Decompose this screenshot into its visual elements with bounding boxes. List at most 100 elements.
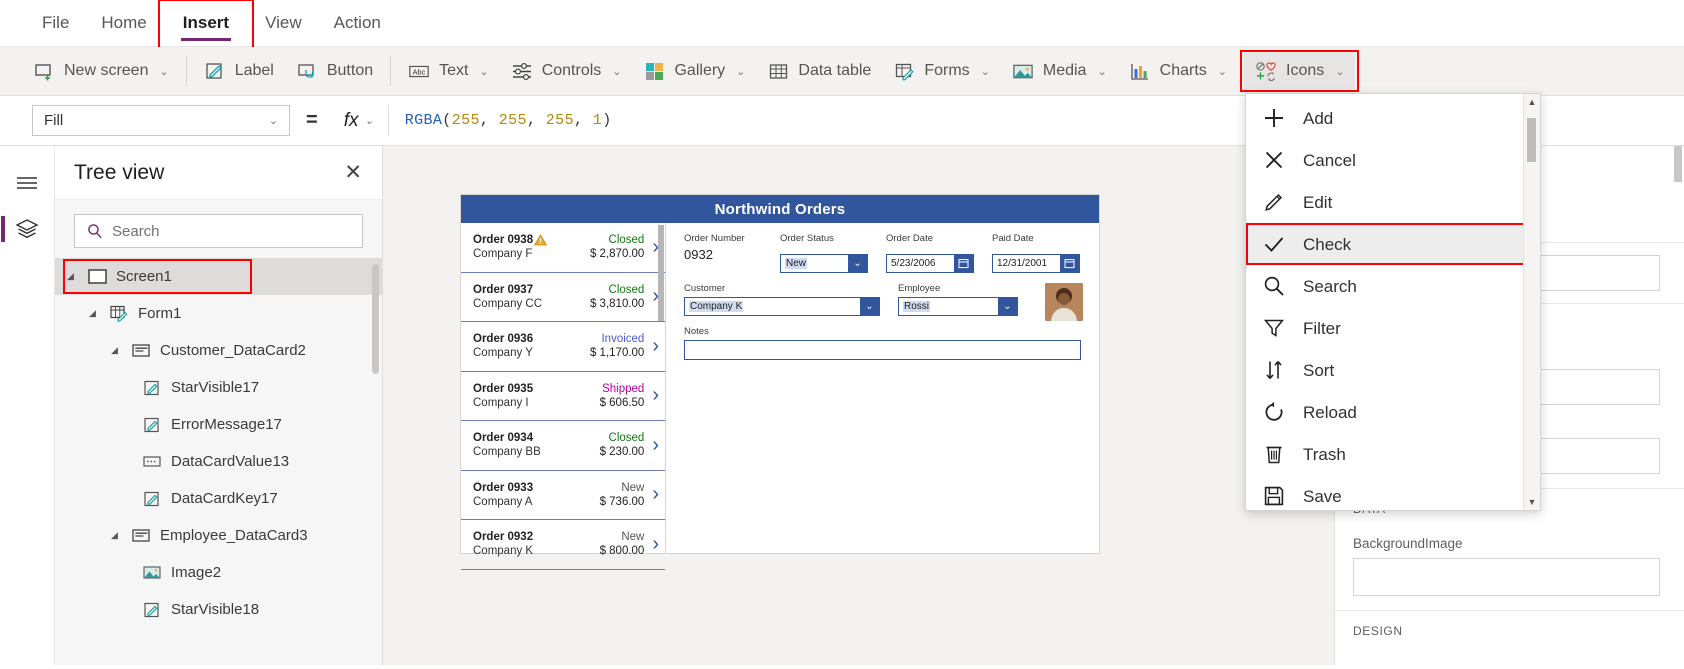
gallery-status: Closed: [608, 234, 645, 247]
formula-paren-open: (: [442, 112, 452, 129]
gallery-amount: $ 1,170.00: [589, 347, 645, 360]
notes-input[interactable]: [684, 340, 1081, 360]
menu-item-insert[interactable]: Insert: [157, 0, 255, 50]
icons-menu-item-check[interactable]: Check: [1246, 223, 1540, 265]
chevron-down-icon: ⌄: [1217, 65, 1228, 78]
icons-menu-item-edit[interactable]: Edit: [1246, 181, 1540, 223]
gallery-company: Company BB: [473, 446, 541, 459]
close-icon[interactable]: ✕: [344, 162, 362, 183]
tree-item-screen1[interactable]: ◢ Screen1: [55, 258, 382, 295]
menu-item-file[interactable]: File: [26, 7, 85, 39]
properties-scrollbar-thumb[interactable]: [1674, 146, 1682, 182]
gallery-company: Company I: [473, 396, 529, 409]
tree-item-form1[interactable]: ◢ Form1: [55, 295, 382, 332]
gallery-row[interactable]: Order 0932 New Company K $ 800.00 ›: [461, 520, 665, 570]
icons-menu-item-sort[interactable]: Sort: [1246, 349, 1540, 391]
chevron-down-icon: ⌄: [736, 65, 746, 78]
tree-item-employee-datacard3[interactable]: ◢ Employee_DataCard3: [55, 517, 382, 554]
tree-item-image2[interactable]: Image2: [55, 554, 382, 591]
gallery-row[interactable]: Order 0935 Shipped Company I $ 606.50 ›: [461, 372, 665, 421]
chevron-down-icon[interactable]: ⌄: [860, 298, 879, 315]
fx-label: fx: [343, 109, 359, 131]
icons-menu-item-label: Trash: [1303, 444, 1346, 464]
ribbon-icons[interactable]: Icons ⌄: [1240, 50, 1360, 92]
tree-item-errormessage17[interactable]: ErrorMessage17: [55, 406, 382, 443]
ribbon-item-label: Charts: [1159, 62, 1207, 79]
gallery-row[interactable]: Order 0938 Closed Company F $ 2,870.00 ›: [461, 223, 665, 273]
fx-button[interactable]: fx ⌄: [334, 105, 389, 136]
field-label: Customer: [684, 283, 726, 294]
ribbon-media[interactable]: Media ⌄: [1001, 53, 1118, 89]
chevron-down-icon[interactable]: ⌄: [998, 298, 1017, 315]
chevron-right-icon[interactable]: ›: [652, 434, 659, 457]
form-row-1: Order Number 0932 Order Status New ⌄ Ord…: [684, 233, 1085, 273]
chevron-right-icon[interactable]: ›: [652, 533, 659, 556]
chevron-right-icon[interactable]: ›: [652, 483, 659, 506]
field-value: Company K: [689, 301, 744, 312]
menu-item-view[interactable]: View: [249, 7, 318, 39]
icons-menu-item-filter[interactable]: Filter: [1246, 307, 1540, 349]
chevron-down-icon[interactable]: ⌄: [848, 255, 867, 272]
icons-menu-item-search[interactable]: Search: [1246, 265, 1540, 307]
gallery-amount: $ 606.50: [599, 396, 645, 409]
ribbon-controls[interactable]: Controls ⌄: [500, 53, 633, 89]
icons-menu-item-reload[interactable]: Reload: [1246, 391, 1540, 433]
ribbon-button[interactable]: Button: [285, 53, 384, 89]
ribbon-gallery[interactable]: Gallery ⌄: [632, 53, 756, 89]
tree-item-customer-datacard2[interactable]: ◢ Customer_DataCard2: [55, 332, 382, 369]
menu-item-home[interactable]: Home: [85, 7, 162, 39]
customer-dropdown[interactable]: Company K ⌄: [684, 297, 880, 316]
ribbon-charts[interactable]: Charts ⌄: [1118, 53, 1238, 89]
icons-menu-item-label: Filter: [1303, 318, 1341, 338]
expander-icon[interactable]: ◢: [89, 308, 100, 319]
gallery-row[interactable]: Order 0937 Closed Company CC $ 3,810.00 …: [461, 273, 665, 322]
icons-menu-item-add[interactable]: Add: [1246, 97, 1540, 139]
expander-icon[interactable]: ◢: [111, 345, 122, 356]
chevron-right-icon[interactable]: ›: [652, 335, 659, 358]
ribbon-text[interactable]: Abc Text ⌄: [397, 53, 500, 89]
chevron-right-icon[interactable]: ›: [652, 384, 659, 407]
ribbon-label[interactable]: Label: [193, 53, 285, 89]
ribbon-forms[interactable]: Forms ⌄: [882, 53, 1001, 89]
tree-view-panel: Tree view ✕ Search ◢ Screen1 ◢ Form1 ◢ C…: [55, 146, 383, 665]
gallery-row[interactable]: Order 0933 New Company A $ 736.00 ›: [461, 471, 665, 520]
menu-item-label: Home: [101, 13, 147, 32]
tree-item-starvisible17[interactable]: StarVisible17: [55, 369, 382, 406]
employee-dropdown[interactable]: Rossi ⌄: [898, 297, 1018, 316]
icons-menu-scrollbar-thumb[interactable]: [1527, 118, 1536, 162]
tree-item-label: StarVisible17: [171, 379, 260, 396]
tree-item-datacardvalue13[interactable]: DataCardValue13: [55, 443, 382, 480]
paid-date-input[interactable]: 12/31/2001: [992, 254, 1080, 273]
field-value: 12/31/2001: [997, 258, 1048, 269]
icons-menu-item-cancel[interactable]: Cancel: [1246, 139, 1540, 181]
calendar-icon[interactable]: [954, 255, 973, 272]
calendar-icon[interactable]: [1060, 255, 1079, 272]
menu-item-action[interactable]: Action: [318, 7, 397, 39]
icons-menu-item-trash[interactable]: Trash: [1246, 433, 1540, 475]
hamburger-icon: [17, 177, 37, 189]
scroll-up-arrow-icon[interactable]: ▲: [1528, 97, 1537, 107]
gallery-status: Invoiced: [601, 333, 645, 346]
tree-search-box[interactable]: Search: [74, 214, 363, 248]
icons-menu-scrollbar[interactable]: ▲ ▼: [1523, 94, 1540, 510]
tree-item-starvisible18[interactable]: StarVisible18: [55, 591, 382, 628]
tree-scrollbar-thumb[interactable]: [372, 264, 379, 374]
order-date-input[interactable]: 5/23/2006: [886, 254, 974, 273]
orders-gallery[interactable]: Order 0938 Closed Company F $ 2,870.00 ›…: [461, 223, 666, 570]
gallery-scrollbar-thumb[interactable]: [658, 225, 664, 321]
formula-input[interactable]: RGBA(255, 255, 255, 1): [389, 112, 612, 129]
field-order-status: Order Status New ⌄: [780, 233, 868, 273]
hamburger-menu-button[interactable]: [5, 160, 49, 206]
order-status-dropdown[interactable]: New ⌄: [780, 254, 868, 273]
icons-menu-item-save[interactable]: Save: [1246, 475, 1540, 510]
ribbon-data-table[interactable]: Data table: [756, 53, 882, 89]
gallery-row[interactable]: Order 0934 Closed Company BB $ 230.00 ›: [461, 421, 665, 471]
tree-view-rail-button[interactable]: [1, 206, 49, 252]
background-image-input[interactable]: [1353, 558, 1660, 596]
tree-item-datacardkey17[interactable]: DataCardKey17: [55, 480, 382, 517]
ribbon-new-screen[interactable]: New screen ⌄: [22, 53, 180, 89]
expander-icon[interactable]: ◢: [111, 530, 122, 541]
property-selector[interactable]: Fill ⌄: [32, 105, 290, 136]
gallery-row[interactable]: Order 0936 Invoiced Company Y $ 1,170.00…: [461, 322, 665, 372]
scroll-down-arrow-icon[interactable]: ▼: [1528, 497, 1537, 507]
